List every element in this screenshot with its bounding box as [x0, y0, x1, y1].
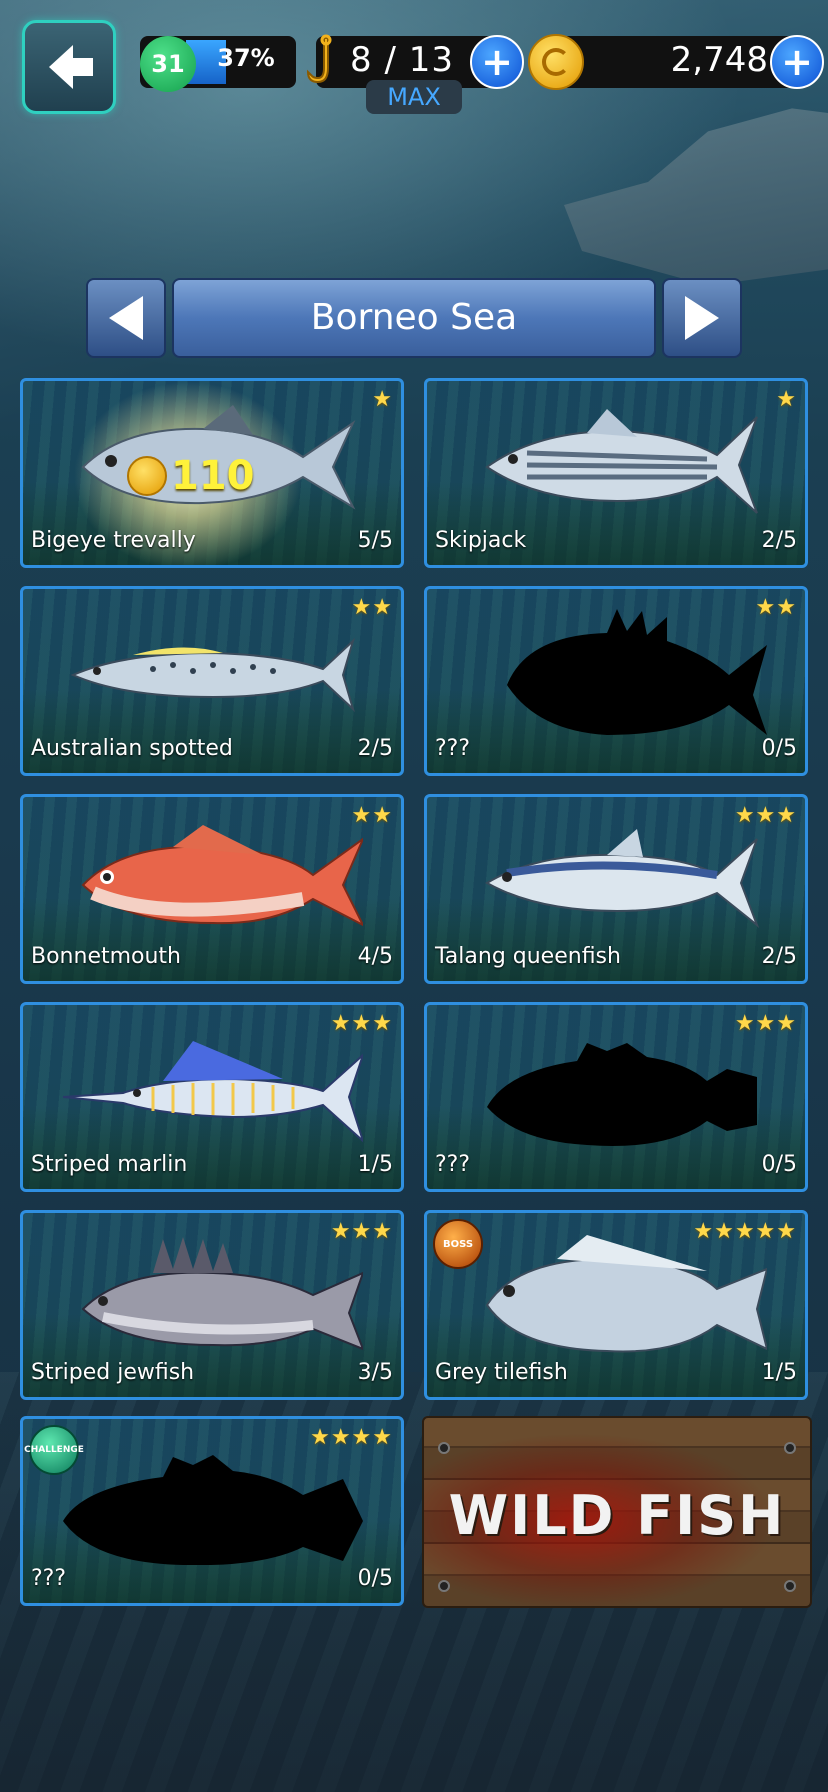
catch-count: 2/5 [761, 528, 797, 553]
catch-count: 2/5 [357, 736, 393, 761]
back-arrow-icon [49, 45, 73, 89]
fish-silhouette-icon [507, 609, 767, 735]
star-rating: ★★ [351, 803, 393, 828]
fish-name: Australian spotted [31, 736, 233, 761]
fish-card[interactable]: ★★ Australian spotted 2/5 [20, 586, 404, 776]
fish-card[interactable]: BOSS ★★★★★ Grey tilefish 1/5 [424, 1210, 808, 1400]
screw-icon [784, 1580, 796, 1592]
fish-name: Grey tilefish [435, 1360, 568, 1385]
fish-icon [485, 829, 760, 929]
next-region-button[interactable] [662, 278, 742, 358]
coin-icon [127, 456, 167, 496]
fish-icon [70, 637, 355, 713]
screw-icon [438, 1442, 450, 1454]
fish-icon [485, 409, 758, 514]
fish-icon [485, 1235, 767, 1353]
catch-count: 2/5 [761, 944, 797, 969]
fish-name: Bigeye trevally [31, 528, 196, 553]
catch-count: 1/5 [357, 1152, 393, 1177]
hooks-count: 8 / 13 [350, 40, 454, 80]
fish-name: Talang queenfish [435, 944, 621, 969]
fish-name: Bonnetmouth [31, 944, 182, 969]
coin-icon [528, 34, 584, 90]
wild-fish-label: WILD FISH [448, 1484, 786, 1547]
star-rating: ★★★ [330, 1011, 393, 1036]
catch-count: 0/5 [357, 1566, 393, 1591]
star-rating: ★★ [755, 595, 797, 620]
catch-count: 1/5 [761, 1360, 797, 1385]
region-title: Borneo Sea [172, 278, 656, 358]
fish-silhouette-icon [487, 1043, 757, 1146]
fish-name: Striped marlin [31, 1152, 188, 1177]
screw-icon [784, 1442, 796, 1454]
star-rating: ★ [776, 387, 797, 412]
fish-card[interactable]: 110 ★ Bigeye trevally 5/5 [20, 378, 404, 568]
wild-fish-button[interactable]: WILD FISH [422, 1416, 812, 1608]
hook-icon [306, 34, 332, 84]
coins-count: 2,748 [670, 40, 768, 80]
catch-count: 5/5 [357, 528, 393, 553]
fish-card[interactable]: ★★★ Talang queenfish 2/5 [424, 794, 808, 984]
star-rating: ★★★★★ [693, 1219, 797, 1244]
reward-value: 110 [171, 453, 255, 499]
fish-card[interactable]: ★★★ Striped jewfish 3/5 [20, 1210, 404, 1400]
chevron-right-icon [685, 296, 719, 340]
catch-count: 0/5 [761, 1152, 797, 1177]
fish-icon [81, 1237, 363, 1351]
chevron-left-icon [109, 296, 143, 340]
level-badge: 31 [140, 36, 196, 92]
add-hooks-button[interactable]: + [470, 35, 524, 89]
fish-icon [81, 825, 363, 927]
fish-name: Striped jewfish [31, 1360, 195, 1385]
reward-badge: 110 [127, 453, 255, 499]
fish-card[interactable]: ★★★ Striped marlin 1/5 [20, 1002, 404, 1192]
fish-card[interactable]: ★★ Bonnetmouth 4/5 [20, 794, 404, 984]
star-rating: ★★ [351, 595, 393, 620]
fish-card[interactable]: CHALLENGE ★★★★ ??? 0/5 [20, 1416, 404, 1606]
add-coins-button[interactable]: + [770, 35, 824, 89]
star-rating: ★★★ [330, 1219, 393, 1244]
back-button[interactable] [22, 20, 116, 114]
fish-card[interactable]: ★ Skipjack 2/5 [424, 378, 808, 568]
prev-region-button[interactable] [86, 278, 166, 358]
fish-card[interactable]: ★★ ??? 0/5 [424, 586, 808, 776]
fish-card[interactable]: ★★★ ??? 0/5 [424, 1002, 808, 1192]
screw-icon [438, 1580, 450, 1592]
catch-count: 0/5 [761, 736, 797, 761]
fish-name: ??? [435, 1152, 471, 1177]
star-rating: ★ [372, 387, 393, 412]
fish-name: ??? [435, 736, 471, 761]
back-arrow-shaft [71, 58, 93, 76]
star-rating: ★★★ [734, 803, 797, 828]
catch-count: 4/5 [357, 944, 393, 969]
fish-silhouette-icon [63, 1455, 363, 1565]
star-rating: ★★★ [734, 1011, 797, 1036]
fish-name: ??? [31, 1566, 67, 1591]
fish-icon [63, 1041, 363, 1143]
fish-name: Skipjack [435, 528, 527, 553]
catch-count: 3/5 [357, 1360, 393, 1385]
level-progress-text: 37% [217, 44, 275, 72]
hooks-max-label: MAX [366, 80, 462, 114]
star-rating: ★★★★ [310, 1425, 393, 1450]
